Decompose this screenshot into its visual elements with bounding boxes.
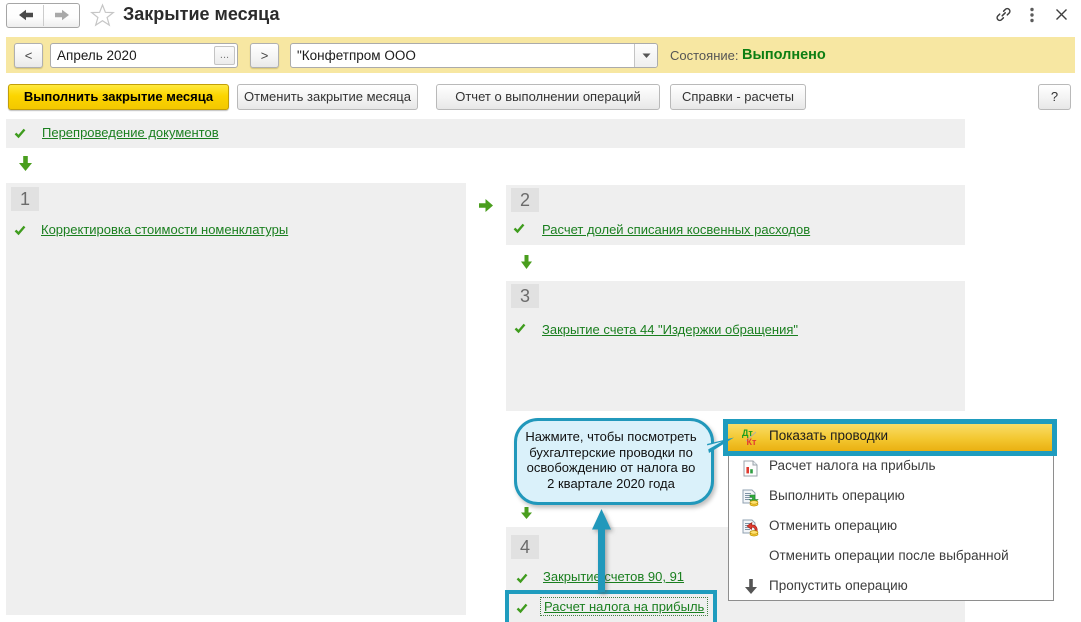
svg-text:Кт: Кт xyxy=(747,437,757,447)
